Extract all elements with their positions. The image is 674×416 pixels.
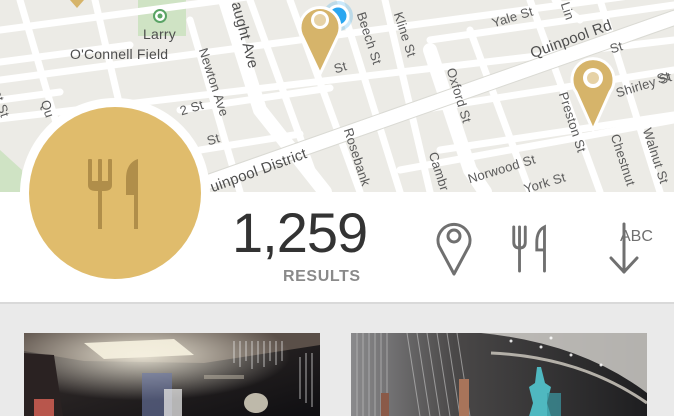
sort-label: ABC — [620, 228, 653, 245]
results-label: RESULTS — [283, 268, 361, 285]
results-count: 1,259 — [232, 201, 368, 264]
map-pin-icon[interactable] — [569, 52, 617, 132]
app-root: Larry O'Connell Field Quinpool Rd uinpoo… — [0, 0, 674, 416]
sort-down-arrow-icon — [609, 222, 639, 274]
location-filter-button[interactable] — [430, 218, 478, 278]
result-card-1[interactable] — [24, 333, 320, 416]
map-pin-icon[interactable] — [297, 0, 343, 76]
fork-knife-icon — [512, 224, 546, 273]
category-circle — [29, 107, 201, 279]
category-badge[interactable] — [20, 98, 210, 288]
sort-button[interactable]: ABC — [592, 218, 656, 278]
restaurant-photo — [24, 333, 320, 416]
park-label-line1: Larry — [143, 26, 176, 42]
fork-knife-icon — [88, 159, 138, 229]
location-pin-icon — [436, 223, 472, 276]
category-filter-button[interactable] — [508, 218, 556, 278]
restaurant-photo — [351, 333, 647, 416]
result-card-2[interactable] — [351, 333, 647, 416]
park-label-line2: O'Connell Field — [70, 46, 169, 62]
